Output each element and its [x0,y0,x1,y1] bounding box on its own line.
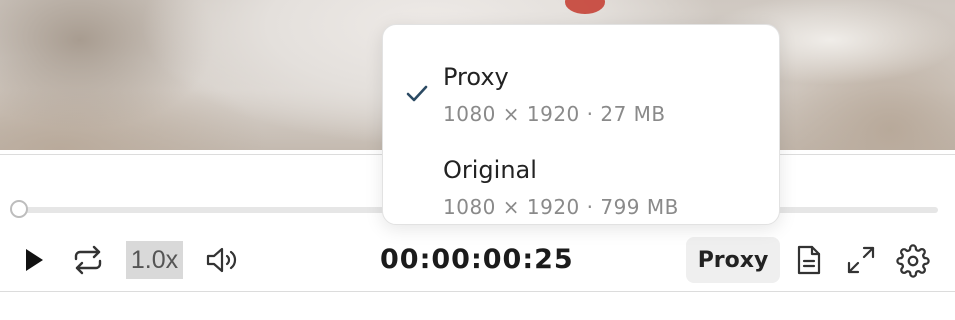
document-icon [797,245,821,275]
video-frame-detail [565,0,605,14]
document-button[interactable] [794,243,824,277]
play-button[interactable] [18,244,50,276]
menu-item-label: Original [443,156,537,184]
divider [0,291,955,292]
checkmark-icon [406,85,428,102]
volume-icon [206,247,237,273]
menu-item-original[interactable]: Original 1080 × 1920 · 799 MB [383,132,779,224]
quality-selector-button[interactable]: Proxy [686,237,780,283]
fullscreen-button[interactable] [843,242,879,278]
volume-button[interactable] [204,243,240,277]
menu-item-proxy[interactable]: Proxy 1080 × 1920 · 27 MB [383,39,779,131]
expand-icon [847,246,875,274]
quality-dropdown-menu: Proxy 1080 × 1920 · 27 MB Original 1080 … [382,24,780,225]
play-icon [26,249,43,271]
settings-button[interactable] [894,242,932,280]
playhead-handle[interactable] [10,200,28,218]
gear-icon [896,244,930,278]
loop-icon [74,245,102,275]
timecode-display: 00:00:00:25 [380,244,574,275]
playback-speed-button[interactable]: 1.0x [126,241,183,279]
menu-item-label: Proxy [443,63,509,91]
loop-button[interactable] [70,243,106,277]
menu-item-detail: 1080 × 1920 · 799 MB [443,195,679,219]
menu-item-detail: 1080 × 1920 · 27 MB [443,102,666,126]
